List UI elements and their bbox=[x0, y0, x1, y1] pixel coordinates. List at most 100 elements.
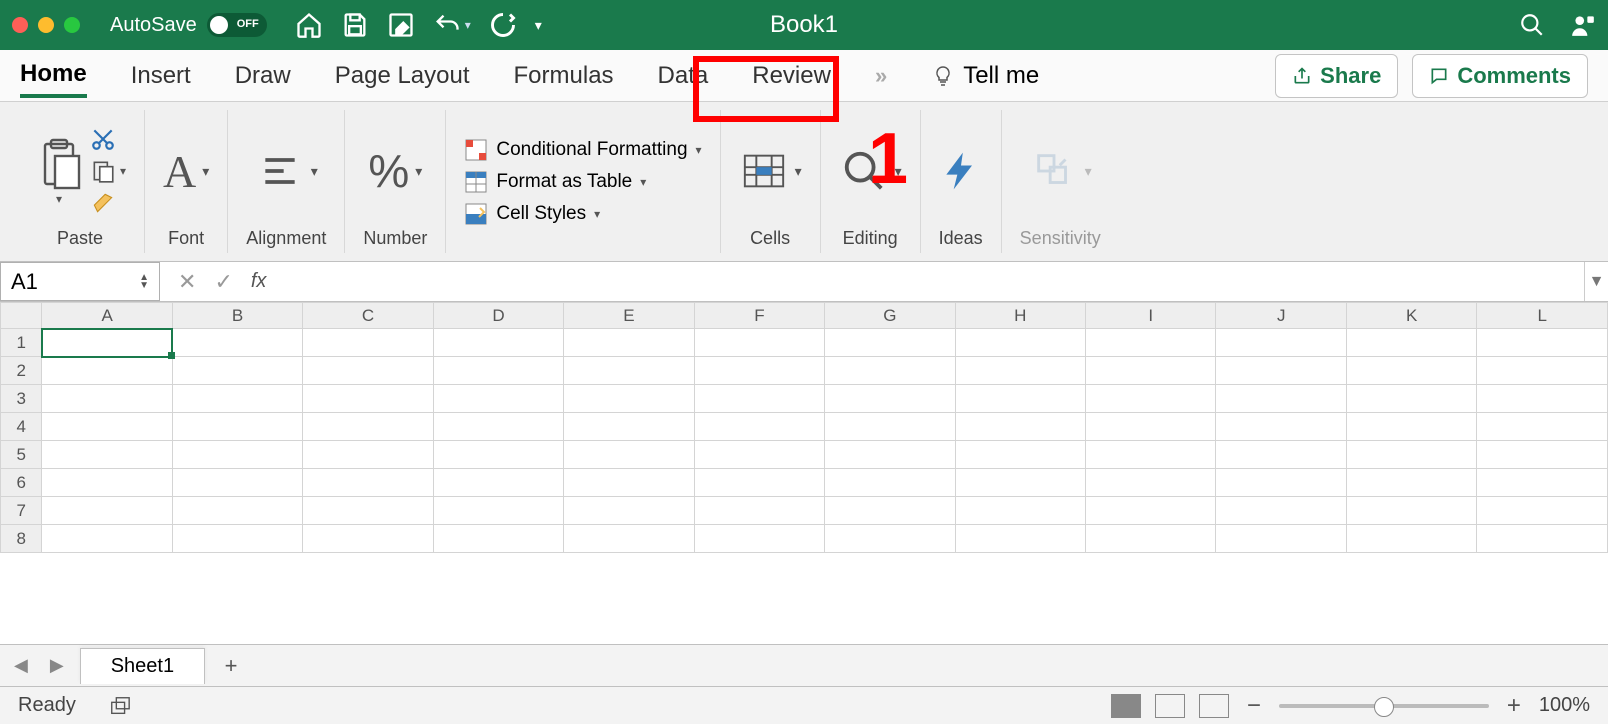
cell[interactable] bbox=[42, 413, 172, 441]
cell[interactable] bbox=[955, 441, 1085, 469]
tell-me-search[interactable]: Tell me bbox=[931, 62, 1039, 90]
cell[interactable] bbox=[564, 413, 694, 441]
cell[interactable] bbox=[433, 385, 563, 413]
close-window-button[interactable] bbox=[12, 17, 28, 33]
cell[interactable] bbox=[955, 385, 1085, 413]
cell[interactable] bbox=[303, 525, 433, 553]
cell[interactable] bbox=[42, 329, 172, 357]
home-icon[interactable] bbox=[295, 11, 323, 39]
cell[interactable] bbox=[955, 329, 1085, 357]
name-box[interactable]: A1 ▲▼ bbox=[0, 262, 160, 301]
cell[interactable] bbox=[1477, 525, 1608, 553]
cell[interactable] bbox=[564, 497, 694, 525]
cell[interactable] bbox=[303, 385, 433, 413]
cell[interactable] bbox=[433, 413, 563, 441]
add-sheet-button[interactable]: + bbox=[215, 650, 247, 682]
cell[interactable] bbox=[564, 469, 694, 497]
cell[interactable] bbox=[172, 413, 302, 441]
cell[interactable] bbox=[1477, 497, 1608, 525]
cell[interactable] bbox=[433, 357, 563, 385]
column-header[interactable]: B bbox=[172, 303, 302, 329]
cell[interactable] bbox=[825, 413, 955, 441]
cell[interactable] bbox=[1216, 385, 1346, 413]
cell-styles-button[interactable]: Cell Styles▾ bbox=[464, 202, 701, 226]
cell[interactable] bbox=[1346, 525, 1476, 553]
cell[interactable] bbox=[1086, 385, 1216, 413]
comments-button[interactable]: Comments bbox=[1412, 54, 1588, 98]
cell[interactable] bbox=[694, 497, 824, 525]
cell[interactable] bbox=[1086, 497, 1216, 525]
tab-insert[interactable]: Insert bbox=[131, 56, 191, 96]
cell[interactable] bbox=[694, 357, 824, 385]
cell[interactable] bbox=[1477, 469, 1608, 497]
row-header[interactable]: 4 bbox=[1, 413, 42, 441]
cell[interactable] bbox=[172, 329, 302, 357]
cell[interactable] bbox=[433, 329, 563, 357]
cell[interactable] bbox=[694, 385, 824, 413]
undo-split-button[interactable]: ▾ bbox=[433, 11, 471, 39]
cell[interactable] bbox=[172, 497, 302, 525]
cell[interactable] bbox=[303, 441, 433, 469]
cell[interactable] bbox=[42, 525, 172, 553]
column-header[interactable]: C bbox=[303, 303, 433, 329]
cell[interactable] bbox=[433, 525, 563, 553]
row-header[interactable]: 1 bbox=[1, 329, 42, 357]
tab-page-layout[interactable]: Page Layout bbox=[335, 56, 470, 96]
column-header[interactable]: D bbox=[433, 303, 563, 329]
cell[interactable] bbox=[1346, 357, 1476, 385]
autosave-toggle[interactable]: OFF bbox=[207, 13, 267, 37]
zoom-in-button[interactable]: + bbox=[1507, 692, 1521, 720]
accept-formula-icon[interactable]: ✓ bbox=[214, 269, 232, 295]
macro-record-icon[interactable] bbox=[106, 695, 134, 717]
cell[interactable] bbox=[955, 497, 1085, 525]
tab-draw[interactable]: Draw bbox=[235, 56, 291, 96]
sheet-tab-active[interactable]: Sheet1 bbox=[80, 648, 205, 684]
qat-customize-icon[interactable]: ▾ bbox=[535, 17, 542, 34]
format-as-table-button[interactable]: Format as Table▾ bbox=[464, 170, 701, 194]
cell[interactable] bbox=[1346, 329, 1476, 357]
group-alignment[interactable]: ▾ Alignment bbox=[228, 110, 345, 253]
group-number[interactable]: %▾ Number bbox=[345, 110, 446, 253]
cell[interactable] bbox=[825, 497, 955, 525]
cell[interactable] bbox=[825, 441, 955, 469]
redo-icon[interactable] bbox=[489, 11, 517, 39]
cell[interactable] bbox=[955, 469, 1085, 497]
format-painter-icon[interactable] bbox=[90, 190, 116, 216]
cell[interactable] bbox=[825, 385, 955, 413]
cell[interactable] bbox=[172, 385, 302, 413]
row-header[interactable]: 3 bbox=[1, 385, 42, 413]
cell[interactable] bbox=[303, 357, 433, 385]
minimize-window-button[interactable] bbox=[38, 17, 54, 33]
row-header[interactable]: 8 bbox=[1, 525, 42, 553]
cell[interactable] bbox=[694, 469, 824, 497]
cell[interactable] bbox=[303, 413, 433, 441]
cell[interactable] bbox=[825, 525, 955, 553]
cell[interactable] bbox=[564, 385, 694, 413]
cell[interactable] bbox=[303, 469, 433, 497]
cell[interactable] bbox=[42, 469, 172, 497]
cell[interactable] bbox=[1216, 329, 1346, 357]
cell[interactable] bbox=[433, 441, 563, 469]
column-header[interactable]: H bbox=[955, 303, 1085, 329]
cell[interactable] bbox=[694, 413, 824, 441]
cell[interactable] bbox=[42, 441, 172, 469]
cell[interactable] bbox=[1346, 469, 1476, 497]
cell[interactable] bbox=[825, 469, 955, 497]
view-page-layout-icon[interactable] bbox=[1155, 694, 1185, 718]
paste-button[interactable]: ▾ bbox=[34, 136, 84, 206]
cell[interactable] bbox=[433, 469, 563, 497]
cell[interactable] bbox=[1086, 441, 1216, 469]
tabs-overflow-icon[interactable]: » bbox=[875, 63, 887, 89]
cell[interactable] bbox=[1086, 525, 1216, 553]
row-header[interactable]: 5 bbox=[1, 441, 42, 469]
cell[interactable] bbox=[1216, 469, 1346, 497]
name-box-stepper-icon[interactable]: ▲▼ bbox=[139, 274, 149, 290]
copy-button[interactable]: ▾ bbox=[90, 158, 126, 184]
cell[interactable] bbox=[172, 357, 302, 385]
save-icon[interactable] bbox=[341, 11, 369, 39]
cell[interactable] bbox=[172, 469, 302, 497]
cell[interactable] bbox=[825, 357, 955, 385]
tab-home[interactable]: Home bbox=[20, 54, 87, 98]
cell[interactable] bbox=[1216, 413, 1346, 441]
group-font[interactable]: A▾ Font bbox=[145, 110, 228, 253]
